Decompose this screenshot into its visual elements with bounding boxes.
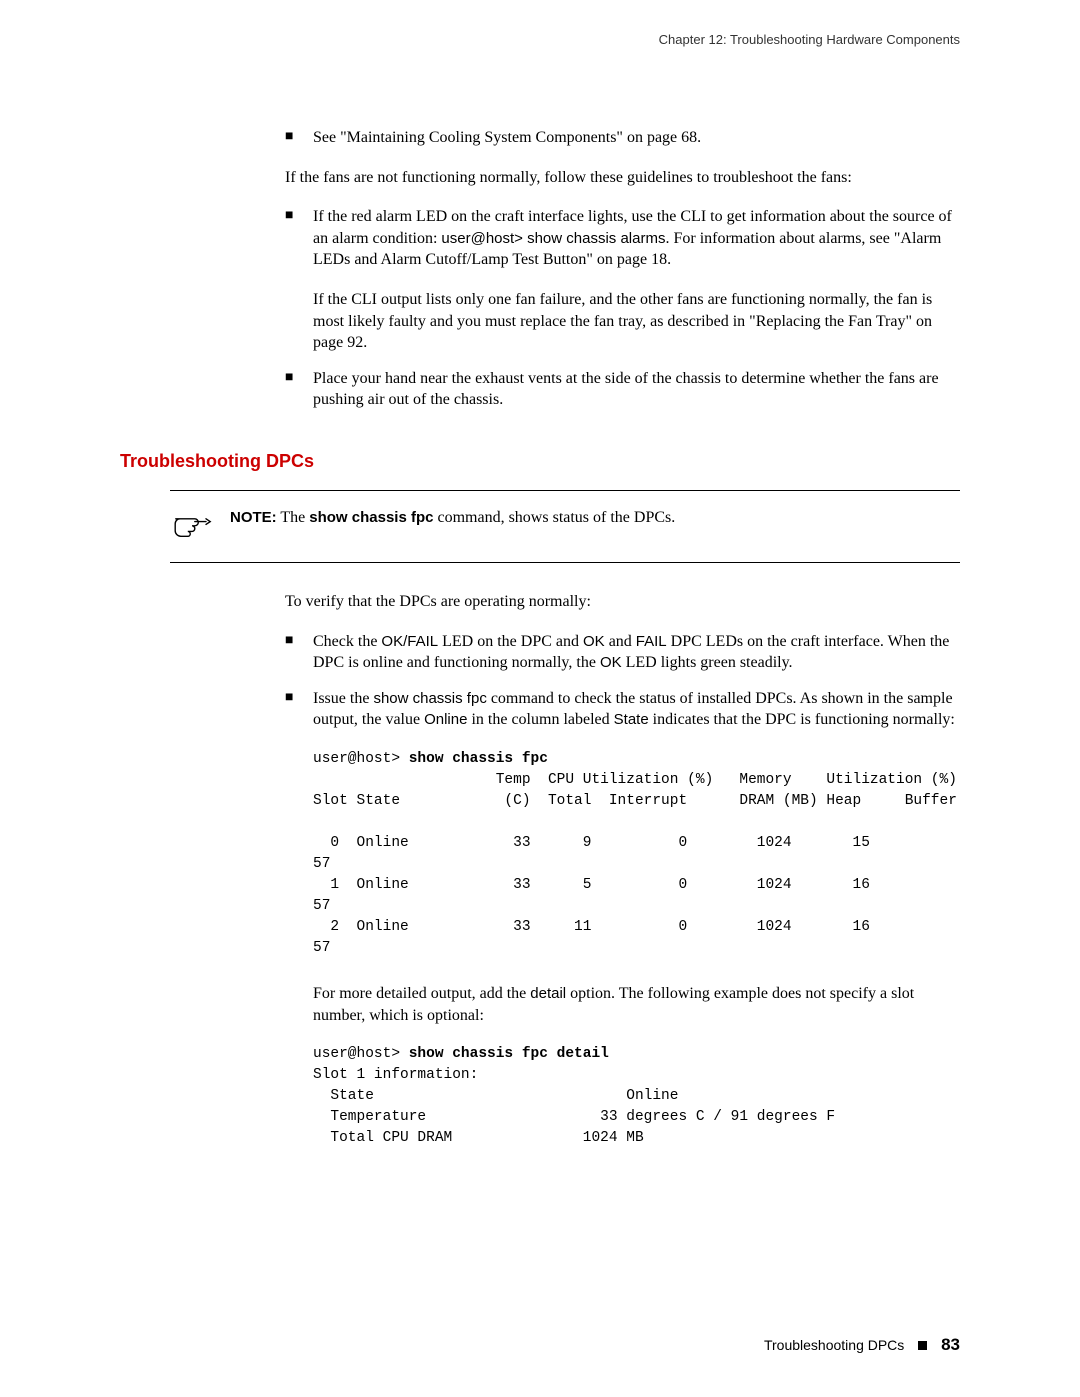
sub-paragraph: If the CLI output lists only one fan fai… (313, 289, 960, 354)
list-item-text: Check the OK/FAIL LED on the DPC and OK … (313, 631, 960, 674)
text-run: For more detailed output, add the (313, 985, 530, 1002)
cli-output: user@host> show chassis fpc Temp CPU Uti… (313, 749, 960, 959)
text-run: Issue the (313, 690, 373, 707)
bullet-icon: ■ (285, 127, 313, 149)
text-run: LED lights green steadily. (622, 654, 793, 671)
text-run: The (277, 509, 310, 526)
list-item-text: Place your hand near the exhaust vents a… (313, 368, 960, 411)
led-label: FAIL (636, 633, 667, 650)
footer-section-title: Troubleshooting DPCs (764, 1337, 904, 1353)
led-label: OK/FAIL (381, 633, 438, 650)
note-text: NOTE: The show chassis fpc command, show… (230, 509, 960, 527)
text-run: and (605, 633, 636, 650)
body-column: ■ See "Maintaining Cooling System Compon… (285, 127, 960, 411)
cli-command: show chassis fpc detail (409, 1046, 609, 1062)
bullet-icon: ■ (285, 368, 313, 411)
value-label: State (614, 711, 649, 728)
cli-command: user@host> show chassis alarms (441, 230, 665, 247)
section-heading: Troubleshooting DPCs (120, 451, 960, 472)
list-item: ■ See "Maintaining Cooling System Compon… (285, 127, 960, 149)
bullet-icon: ■ (285, 631, 313, 674)
document-page: Chapter 12: Troubleshooting Hardware Com… (0, 0, 1080, 1149)
note-label: NOTE: (230, 509, 277, 526)
footer-square-icon (918, 1341, 927, 1350)
pointing-hand-icon (170, 509, 230, 542)
page-footer: Troubleshooting DPCs 83 (764, 1335, 960, 1355)
paragraph: If the fans are not functioning normally… (285, 167, 960, 189)
list-item: ■ If the red alarm LED on the craft inte… (285, 206, 960, 271)
page-number: 83 (941, 1335, 960, 1354)
text-run: LED on the DPC and (438, 633, 583, 650)
cli-prompt: user@host> (313, 1046, 409, 1062)
cli-command: show chassis fpc (373, 690, 486, 707)
cli-command: show chassis fpc (309, 509, 433, 526)
list-item: ■ Place your hand near the exhaust vents… (285, 368, 960, 411)
list-item-text: Issue the show chassis fpc command to ch… (313, 688, 960, 731)
text-run: command, shows status of the DPCs. (433, 509, 675, 526)
cli-body: Slot 1 information: State Online Tempera… (313, 1067, 835, 1146)
list-item: ■ Check the OK/FAIL LED on the DPC and O… (285, 631, 960, 674)
text-run: in the column labeled (467, 711, 613, 728)
paragraph: To verify that the DPCs are operating no… (285, 591, 960, 613)
paragraph: For more detailed output, add the detail… (313, 983, 960, 1026)
cli-option: detail (530, 985, 566, 1002)
bullet-icon: ■ (285, 688, 313, 731)
value-label: Online (424, 711, 467, 728)
text-run: indicates that the DPC is functioning no… (649, 711, 955, 728)
cli-prompt: user@host> (313, 751, 409, 767)
note-callout: NOTE: The show chassis fpc command, show… (170, 490, 960, 563)
led-label: OK (583, 633, 605, 650)
body-column: To verify that the DPCs are operating no… (285, 591, 960, 1149)
bullet-icon: ■ (285, 206, 313, 271)
chapter-header: Chapter 12: Troubleshooting Hardware Com… (120, 32, 960, 47)
text-run: Check the (313, 633, 381, 650)
list-item-text: See "Maintaining Cooling System Componen… (313, 127, 960, 149)
list-item: ■ Issue the show chassis fpc command to … (285, 688, 960, 731)
led-label: OK (600, 654, 622, 671)
list-item-text: If the red alarm LED on the craft interf… (313, 206, 960, 271)
cli-output: user@host> show chassis fpc detail Slot … (313, 1044, 960, 1149)
cli-body: Temp CPU Utilization (%) Memory Utilizat… (313, 772, 957, 956)
cli-command: show chassis fpc (409, 751, 548, 767)
